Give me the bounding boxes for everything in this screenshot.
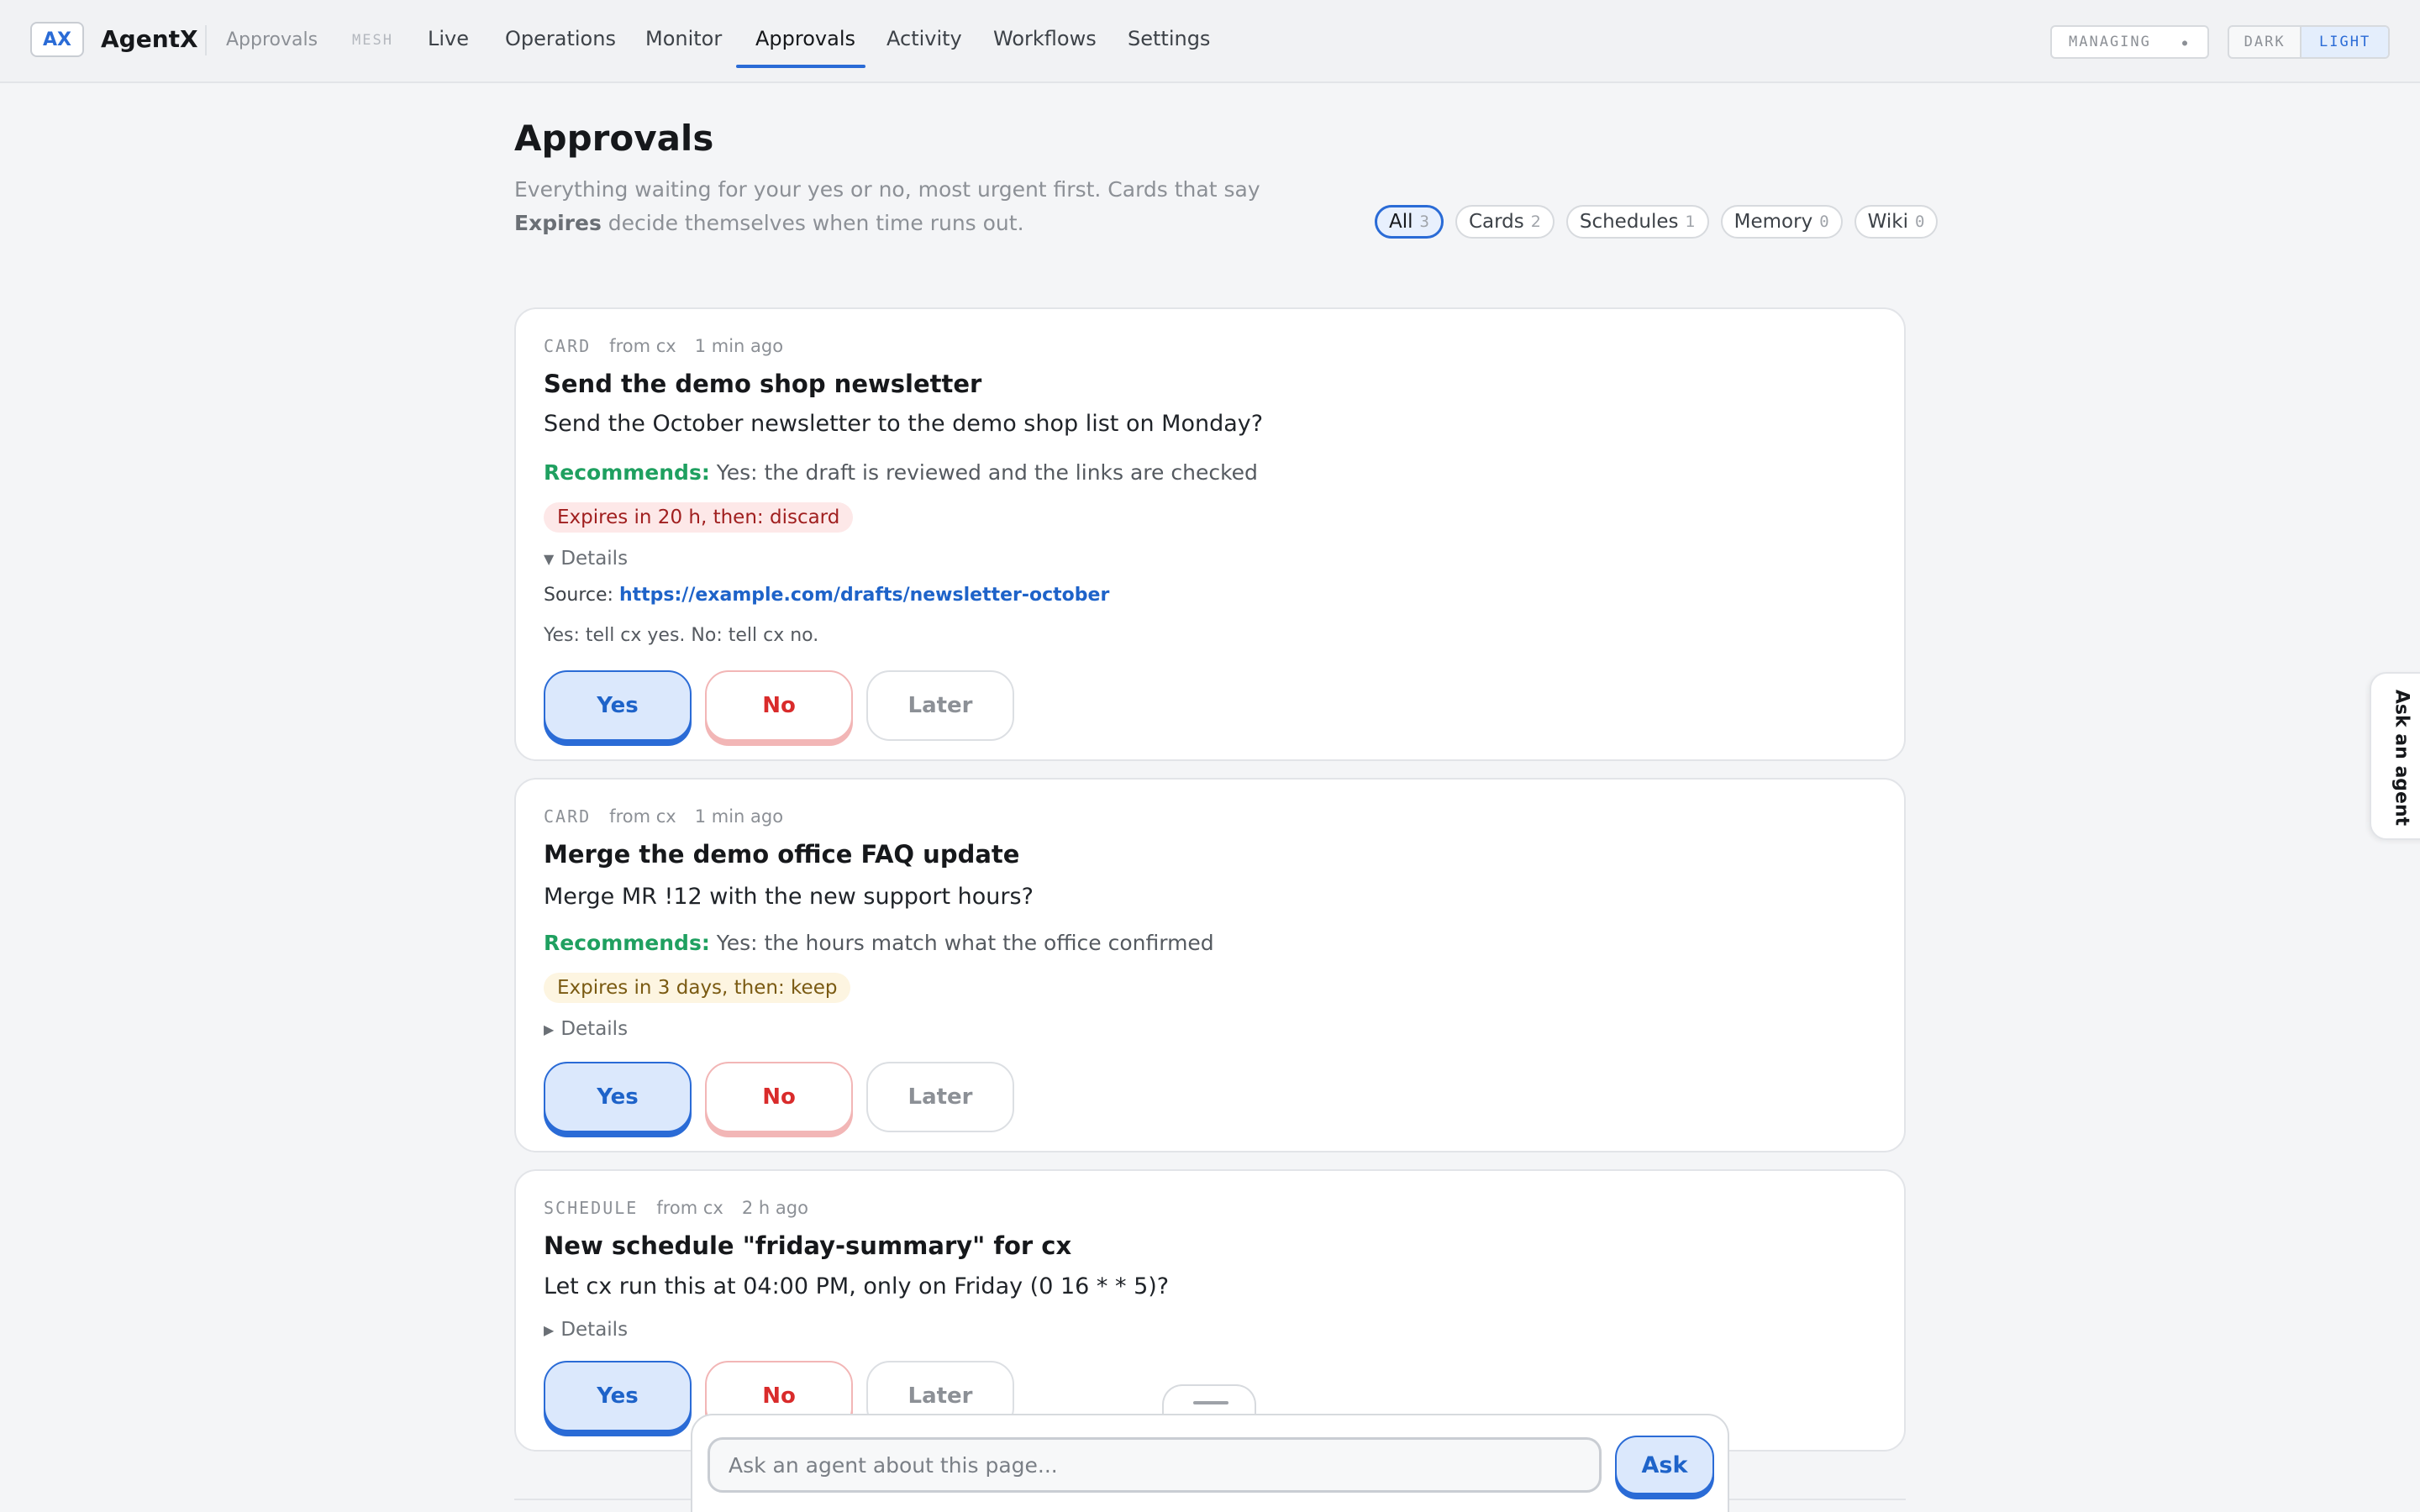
logo-badge[interactable]: AX: [30, 22, 84, 57]
source-link[interactable]: https://example.com/drafts/newsletter-oc…: [619, 585, 1109, 606]
card-recommendation: Recommends: Yes: the hours match what th…: [544, 931, 1214, 955]
card-age: 1 min ago: [694, 336, 784, 356]
managing-label: MANAGING: [2069, 34, 2151, 50]
no-button[interactable]: No: [705, 1062, 853, 1132]
brand-divider: [205, 25, 207, 55]
details-source: Source: https://example.com/drafts/newsl…: [544, 585, 1110, 606]
filter-cards[interactable]: Cards 2: [1455, 205, 1555, 239]
active-nav-indicator: [736, 65, 865, 68]
card-source: from cx: [656, 1198, 723, 1218]
card-question: Let cx run this at 04:00 PM, only on Fri…: [544, 1273, 1170, 1299]
card-source: from cx: [609, 336, 676, 356]
card-kind: SCHEDULE: [544, 1198, 639, 1218]
ask-button[interactable]: Ask: [1615, 1436, 1714, 1494]
triangle-down-icon: ▼: [544, 550, 555, 567]
details-toggle[interactable]: ▶ Details: [544, 1018, 628, 1040]
page-title: Approvals: [514, 118, 714, 159]
expires-badge: Expires in 3 days, then: keep: [544, 973, 851, 1003]
nav-settings[interactable]: Settings: [1128, 27, 1210, 50]
nav-activity[interactable]: Activity: [886, 27, 962, 50]
filter-chips: All 3 Cards 2 Schedules 1 Memory 0 Wiki 0: [1375, 205, 1939, 239]
drag-handle-icon: [1193, 1401, 1228, 1404]
expires-badge: Expires in 20 h, then: discard: [544, 502, 854, 533]
card-age: 1 min ago: [694, 806, 784, 827]
triangle-right-icon: ▶: [544, 1021, 555, 1037]
top-bar: AX AgentX Approvals MESH Live Operations…: [0, 0, 2420, 83]
filter-all[interactable]: All 3: [1375, 205, 1444, 239]
card-meta: CARD from cx 1 min ago: [544, 806, 783, 827]
later-button[interactable]: Later: [866, 1062, 1014, 1132]
approval-card: CARD from cx 1 min ago Merge the demo of…: [514, 778, 1906, 1152]
later-button[interactable]: Later: [866, 670, 1014, 741]
card-source: from cx: [609, 806, 676, 827]
card-meta: CARD from cx 1 min ago: [544, 336, 783, 356]
card-kind: CARD: [544, 336, 592, 356]
card-question: Send the October newsletter to the demo …: [544, 411, 1264, 437]
nav-workflows[interactable]: Workflows: [993, 27, 1097, 50]
card-title: New schedule "friday-summary" for cx: [544, 1231, 1072, 1260]
page-subtitle: Everything waiting for your yes or no, m…: [514, 177, 1260, 235]
card-meta: SCHEDULE from cx 2 h ago: [544, 1198, 808, 1218]
ask-input[interactable]: [708, 1437, 1602, 1493]
nav-approvals[interactable]: Approvals: [755, 27, 855, 50]
approval-card: CARD from cx 1 min ago Send the demo sho…: [514, 307, 1906, 761]
nav-operations[interactable]: Operations: [505, 27, 616, 50]
nav-monitor[interactable]: Monitor: [645, 27, 722, 50]
card-age: 2 h ago: [741, 1198, 808, 1218]
details-toggle[interactable]: ▼ Details: [544, 548, 628, 570]
brand-name[interactable]: AgentX: [101, 25, 198, 53]
breadcrumb: Approvals: [226, 29, 318, 50]
managing-select[interactable]: MANAGING ●: [2050, 25, 2209, 59]
nav-live[interactable]: Live: [428, 27, 469, 50]
theme-light-button[interactable]: LIGHT: [2302, 27, 2388, 57]
mesh-label: MESH: [352, 32, 393, 49]
filter-memory[interactable]: Memory 0: [1720, 205, 1843, 239]
card-question: Merge MR !12 with the new support hours?: [544, 884, 1034, 910]
yes-button[interactable]: Yes: [544, 1361, 692, 1431]
yes-button[interactable]: Yes: [544, 670, 692, 741]
no-button[interactable]: No: [705, 670, 853, 741]
details-note: Yes: tell cx yes. No: tell cx no.: [544, 625, 819, 646]
dropdown-dot-icon: ●: [2181, 39, 2189, 48]
card-recommendation: Recommends: Yes: the draft is reviewed a…: [544, 460, 1258, 485]
theme-dark-button[interactable]: DARK: [2229, 27, 2302, 57]
filter-schedules[interactable]: Schedules 1: [1565, 205, 1709, 239]
yes-button[interactable]: Yes: [544, 1062, 692, 1132]
card-title: Send the demo shop newsletter: [544, 370, 982, 398]
details-toggle[interactable]: ▶ Details: [544, 1319, 628, 1341]
ask-bar: Ask: [691, 1414, 1729, 1512]
side-tab-label: Ask an agent: [2391, 689, 2412, 827]
card-title: Merge the demo office FAQ update: [544, 840, 1020, 869]
triangle-right-icon: ▶: [544, 1321, 555, 1338]
card-kind: CARD: [544, 806, 592, 827]
theme-toggle: DARK LIGHT: [2228, 25, 2390, 59]
filter-wiki[interactable]: Wiki 0: [1854, 205, 1939, 239]
ask-agent-side-tab[interactable]: Ask an agent: [2370, 672, 2420, 840]
